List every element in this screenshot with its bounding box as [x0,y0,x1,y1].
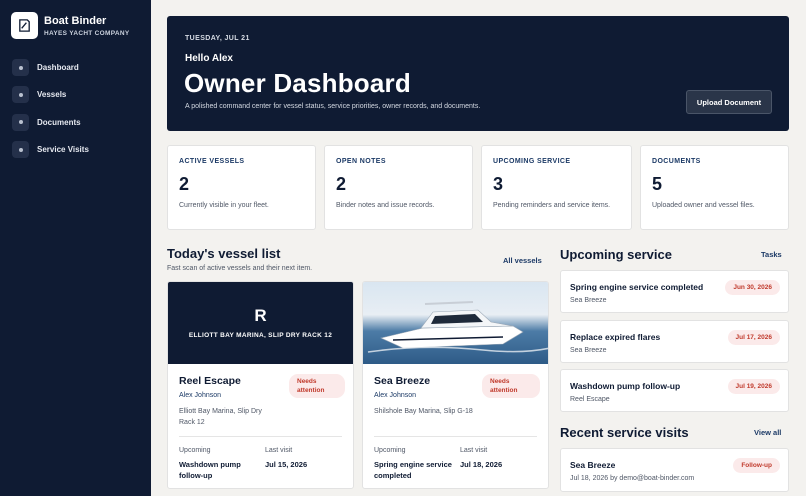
sidebar-item-service-visits[interactable]: Service Visits [12,136,142,163]
all-vessels-link[interactable]: All vessels [503,256,542,265]
stat-value: 2 [336,174,347,194]
upcoming-service-title: Upcoming service [560,247,672,262]
vessel-name: Reel Escape [179,375,241,387]
brand-name: Boat Binder [44,14,107,27]
dot-icon [12,86,29,104]
sidebar-item-label: Dashboard [37,63,79,73]
divider [179,436,342,437]
service-title: Replace expired flares [570,332,661,342]
vessel-slip: Shilshole Bay Marina, Slip G-18 [374,408,473,415]
service-title: Washdown pump follow-up [570,381,681,391]
upload-document-button[interactable]: Upload Document [686,90,772,114]
last-visit-label: Last visit [265,447,293,454]
boat-photo [363,282,548,364]
vessel-owner: Alex Johnson [374,392,417,399]
stat-label: OPEN NOTES [336,158,386,165]
dot-icon [12,141,29,159]
stat-label: UPCOMING SERVICE [493,158,571,165]
service-item[interactable]: Spring engine service completed Sea Bree… [560,270,789,313]
stat-card-active-vessels: ACTIVE VESSELS 2 Currently visible in yo… [167,145,316,230]
sidebar-item-vessels[interactable]: Vessels [12,81,142,108]
visit-vessel: Sea Breeze [570,460,616,470]
last-visit-value: Jul 18, 2026 [460,460,503,469]
visit-item[interactable]: Sea Breeze Jul 18, 2026 by demo@boat-bin… [560,448,789,492]
stat-text: Pending reminders and service items. [493,202,611,209]
tasks-link[interactable]: Tasks [761,250,782,259]
vessel-list-subtitle: Fast scan of active vessels and their ne… [167,265,313,272]
stat-text: Binder notes and issue records. [336,202,435,209]
last-visit-label: Last visit [460,447,488,454]
brand[interactable]: Boat Binder HAYES YACHT COMPANY [11,12,130,39]
vessel-card-sea-breeze[interactable]: Sea Breeze Needs attention Alex Johnson … [362,281,549,489]
page-description: A polished command center for vessel sta… [185,103,481,110]
date-badge: Jul 17, 2026 [727,330,780,345]
stat-label: DOCUMENTS [652,158,701,165]
vessel-placeholder: R ELLIOTT BAY MARINA, SLIP DRY RACK 12 [168,282,353,364]
stat-card-open-notes: OPEN NOTES 2 Binder notes and issue reco… [324,145,473,230]
date-badge: Jul 19, 2026 [727,379,780,394]
upcoming-value: Washdown pump follow-up [179,460,241,480]
stat-card-documents: DOCUMENTS 5 Uploaded owner and vessel fi… [640,145,789,230]
vessel-card-reel-escape[interactable]: R ELLIOTT BAY MARINA, SLIP DRY RACK 12 R… [167,281,354,489]
divider [374,436,537,437]
dot-icon [12,59,29,77]
dot-icon [12,113,29,131]
stat-value: 3 [493,174,504,194]
stat-value: 5 [652,174,663,194]
status-badge: Needs attention [289,374,345,398]
upcoming-label: Upcoming [179,447,211,454]
stat-value: 2 [179,174,190,194]
status-badge: Follow-up [733,458,780,473]
company-name: HAYES YACHT COMPANY [44,29,130,37]
sidebar-item-documents[interactable]: Documents [12,109,142,136]
hero-banner: TUESDAY, JUL 21 Hello Alex Owner Dashboa… [167,16,789,131]
vessel-owner: Alex Johnson [179,392,222,399]
page-title: Owner Dashboard [184,68,411,98]
service-vessel: Sea Breeze [570,297,607,304]
status-badge: Needs attention [482,374,540,398]
stat-text: Uploaded owner and vessel files. [652,202,755,209]
sidebar: Boat Binder HAYES YACHT COMPANY Dashboar… [0,0,151,496]
stat-text: Currently visible in your fleet. [179,202,269,209]
service-item[interactable]: Replace expired flares Sea Breeze Jul 17… [560,320,789,363]
service-vessel: Reel Escape [570,396,610,403]
view-all-link[interactable]: View all [754,428,781,437]
service-item[interactable]: Washdown pump follow-up Reel Escape Jul … [560,369,789,412]
stat-card-upcoming-service: UPCOMING SERVICE 3 Pending reminders and… [481,145,632,230]
upcoming-value: Spring engine service completed [374,460,452,480]
service-vessel: Sea Breeze [570,347,607,354]
sidebar-item-label: Documents [37,117,81,127]
sidebar-item-label: Service Visits [37,145,89,155]
vessel-slip: Elliott Bay Marina, Slip Dry Rack 12 [179,408,262,426]
sidebar-item-dashboard[interactable]: Dashboard [12,54,142,81]
visit-meta: Jul 18, 2026 by demo@boat-binder.com [570,475,695,482]
vessel-list-title: Today's vessel list [167,246,281,261]
vessel-initial: R [254,306,267,325]
greeting: Hello Alex [185,53,233,64]
sidebar-nav: Dashboard Vessels Documents Service Visi… [12,54,142,163]
recent-visits-title: Recent service visits [560,425,689,440]
sidebar-item-label: Vessels [37,90,67,100]
date-badge: Jun 30, 2026 [725,280,780,295]
stat-label: ACTIVE VESSELS [179,158,245,165]
upcoming-label: Upcoming [374,447,406,454]
last-visit-value: Jul 15, 2026 [265,460,308,469]
vessel-location-banner: ELLIOTT BAY MARINA, SLIP DRY RACK 12 [188,332,333,339]
service-title: Spring engine service completed [570,282,704,292]
current-date: TUESDAY, JUL 21 [185,35,250,42]
vessel-name: Sea Breeze [374,375,431,387]
book-icon [11,12,38,39]
